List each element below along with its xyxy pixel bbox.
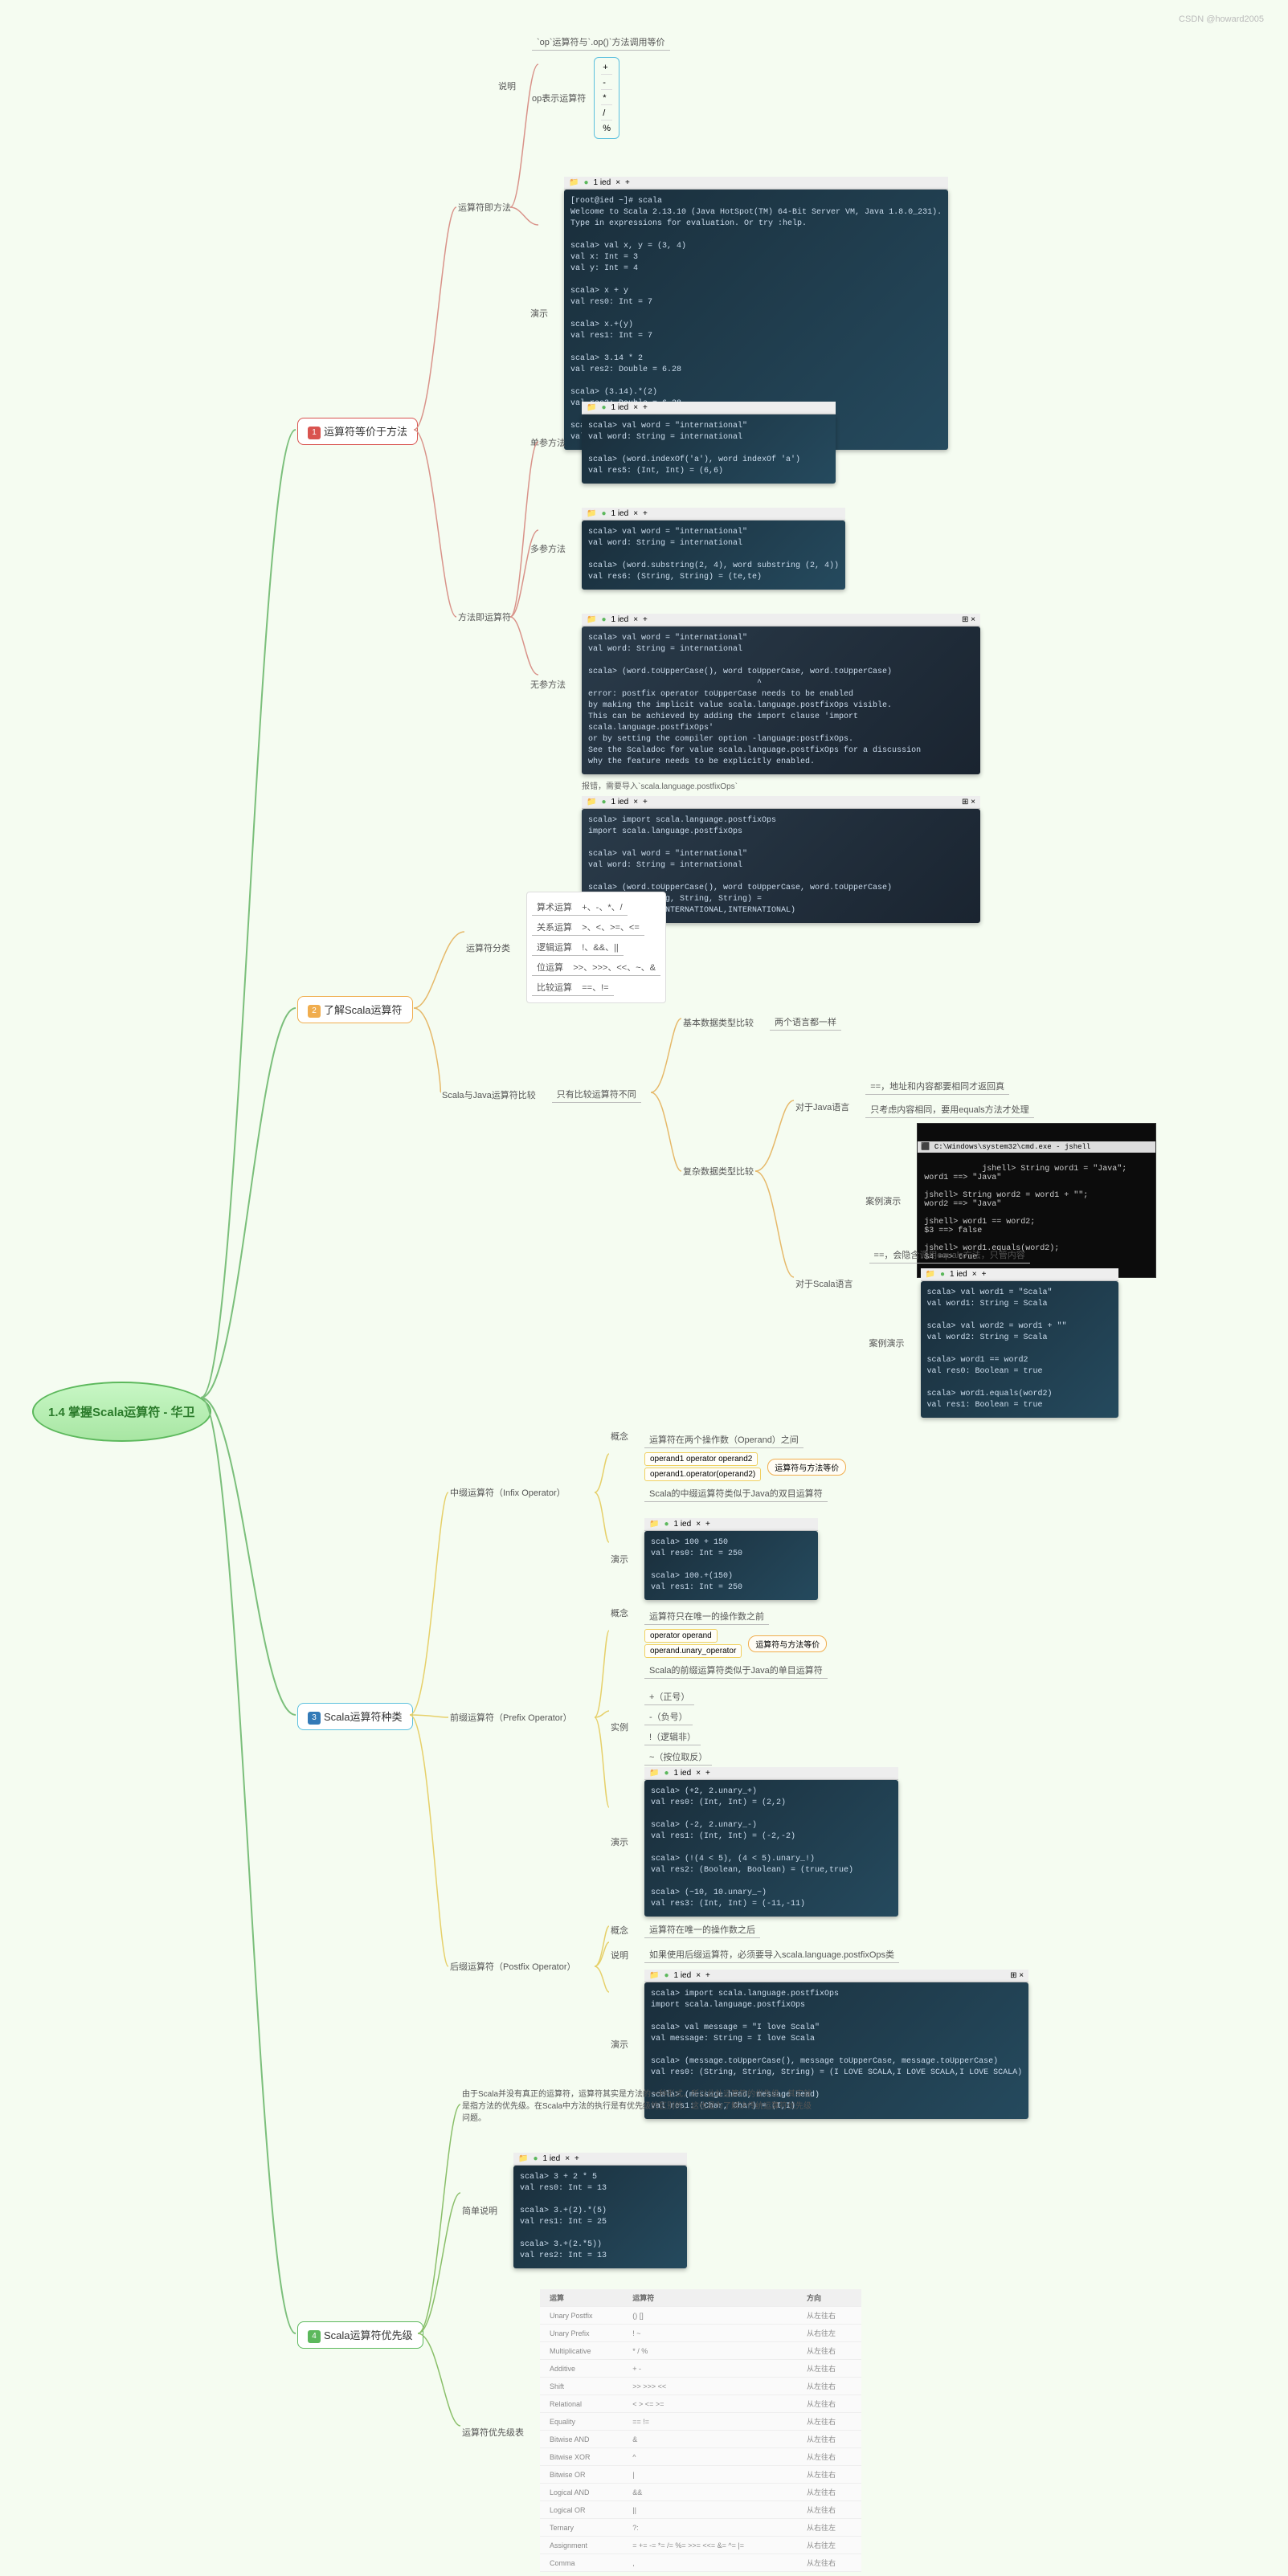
node-method-is-op: 方法即运算符 [458, 613, 511, 623]
table-row: Multiplicative* / %从左往右 [540, 2342, 861, 2360]
node-complex-cmp: 复杂数据类型比较 [683, 1167, 754, 1177]
badge-2: 2 [308, 1005, 321, 1018]
prefix-c1: 运算符只在唯一的操作数之前 [644, 1608, 769, 1625]
node-java-lang: 对于Java语言 [795, 1100, 849, 1113]
node-postfix: 后缀运算符（Postfix Operator） [450, 1962, 575, 1972]
folder-icon: 📁 [569, 178, 579, 187]
lvl1-operators-eq-methods: 1运算符等价于方法 [297, 418, 418, 445]
table-row: Ternary?:从右往左 [540, 2519, 861, 2537]
node-prefix: 前缀运算符（Prefix Operator） [450, 1713, 572, 1723]
infix-c4: Scala的中缀运算符类似于Java的双目运算符 [644, 1485, 828, 1502]
precedence-table: 运算运算符方向 Unary Postfix() []从左往右Unary Pref… [540, 2289, 861, 2572]
table-row: Logical OR||从左往右 [540, 2501, 861, 2519]
table-row: Unary Prefix! ~从右往左 [540, 2325, 861, 2342]
prefix-c2: operator operand [644, 1629, 718, 1643]
java-n1: ==，地址和内容都要相同才返回真 [865, 1078, 1009, 1095]
infix-c1: 运算符在两个操作数（Operand）之间 [644, 1431, 803, 1448]
prefix-pill: 运算符与方法等价 [748, 1635, 827, 1652]
lvl1-learn-ops: 2了解Scala运算符 [297, 996, 413, 1023]
infix-c3: operand1.operator(operand2) [644, 1468, 761, 1481]
code-prefix: 📁●1 ied×+ scala> (+2, 2.unary_+) val res… [644, 1767, 898, 1917]
table-row: Equality== !=从左往右 [540, 2413, 861, 2431]
node-multi-param: 多参方法 [530, 542, 566, 555]
node-scala-lang: 对于Scala语言 [795, 1277, 853, 1290]
prefix-c4: Scala的前缀运算符类似于Java的单目运算符 [644, 1662, 828, 1679]
table-row: Relational< > <= >=从左往右 [540, 2395, 861, 2413]
badge-3: 3 [308, 1712, 321, 1725]
simple-explain: 简单说明 [462, 2204, 497, 2217]
node-scala-java-cmp: Scala与Java运算符比较 [442, 1088, 536, 1101]
explain-top: `op`运算符与`.op()`方法调用等价 [532, 34, 670, 51]
code-card-scala-eq: 📁●1 ied×+ scala> val word1 = "Scala" val… [921, 1268, 1118, 1418]
code-card-noarg-err: 📁●1 ied×+⊞ × scala> val word = "internat… [582, 614, 980, 774]
infix-c2: operand1 operator operand2 [644, 1452, 758, 1466]
postfix-explain: 说明 [611, 1949, 628, 1962]
infix-demo: 演示 [611, 1553, 628, 1566]
node-op-is-method: 运算符即方法 [458, 203, 511, 213]
table-row: Bitwise XOR^从左往右 [540, 2448, 861, 2466]
table-row: Assignment= += -= *= /= %= >>= <<= &= ^=… [540, 2537, 861, 2554]
lvl1-op-kinds: 3Scala运算符种类 [297, 1703, 413, 1730]
lvl1-precedence: 4Scala运算符优先级 [297, 2321, 423, 2349]
prefix-concept: 概念 [611, 1606, 628, 1619]
postfix-concept: 概念 [611, 1924, 628, 1937]
root-node: 1.4 掌握Scala运算符 - 华卫 [32, 1382, 211, 1442]
code-card-multi: 📁●1 ied×+ scala> val word = "internation… [582, 508, 845, 590]
infix-concept: 概念 [611, 1430, 628, 1443]
table-row: Shift>> >>> <<从左往右 [540, 2378, 861, 2395]
basic-note: 两个语言都一样 [770, 1014, 841, 1031]
table-row: Bitwise AND&从左往右 [540, 2431, 861, 2448]
code-infix: 📁●1 ied×+ scala> 100 + 150 val res0: Int… [644, 1518, 818, 1600]
ops-list: + - * / % [594, 57, 619, 139]
scala-demo-label: 案例演示 [869, 1337, 905, 1349]
node-op-category: 运算符分类 [466, 941, 510, 954]
postfix-c: 运算符在唯一的操作数之后 [644, 1921, 760, 1938]
node-infix: 中缀运算符（Infix Operator） [450, 1488, 566, 1498]
badge-4: 4 [308, 2330, 321, 2343]
table-row: Comma,从左往右 [540, 2554, 861, 2572]
postfix-note: 如果使用后缀运算符，必须要导入scala.language.postfixOps… [644, 1946, 899, 1963]
table-row: Bitwise OR|从左往右 [540, 2466, 861, 2484]
code-card-single: 📁●1 ied×+ scala> val word = "internation… [582, 402, 836, 484]
op-label: op表示运算符 [532, 92, 586, 104]
noarg-note: 报错，需要导入`scala.language.postfixOps` [582, 779, 738, 791]
postfix-demo: 演示 [611, 2038, 628, 2051]
java-demo-label: 案例演示 [865, 1194, 901, 1207]
node-noarg: 无参方法 [530, 678, 566, 691]
table-row: Unary Postfix() []从左往右 [540, 2307, 861, 2325]
prefix-ex-list: +（正号） -（负号） !（逻辑非） ~（按位取反） [644, 1687, 712, 1767]
table-row: Additive+ -从左往右 [540, 2360, 861, 2378]
prefix-c3: operand.unary_operator [644, 1644, 742, 1658]
java-n2: 只考虑内容相同，要用equals方法才处理 [865, 1101, 1033, 1118]
code-precedence: 📁●1 ied×+ scala> 3 + 2 * 5 val res0: Int… [513, 2153, 687, 2268]
infix-pill: 运算符与方法等价 [767, 1459, 846, 1476]
prefix-example: 实例 [611, 1721, 628, 1733]
precedence-table-label: 运算符优先级表 [462, 2426, 524, 2439]
cmp-note: 只有比较运算符不同 [552, 1086, 641, 1103]
prefix-demo: 演示 [611, 1835, 628, 1848]
badge-1: 1 [308, 427, 321, 439]
node-demo-1: 演示 [530, 307, 548, 320]
scala-n1: ==，会隐含调用equals方法，只管内容 [869, 1247, 1030, 1264]
node-basic-cmp: 基本数据类型比较 [683, 1016, 754, 1029]
category-table: 算术运算 +、-、*、/ 关系运算 >、<、>=、<= 逻辑运算 !、&&、||… [526, 892, 666, 1003]
watermark: CSDN @howard2005 [1179, 14, 1264, 24]
node-explain: 说明 [498, 80, 516, 92]
table-row: Logical AND&&从左往右 [540, 2484, 861, 2501]
precedence-desc: 由于Scala并没有真正的运算符，运算符其实是方法的一种形式，所以此处运算符的优… [462, 2088, 816, 2125]
node-single-param: 单参方法 [530, 436, 566, 449]
